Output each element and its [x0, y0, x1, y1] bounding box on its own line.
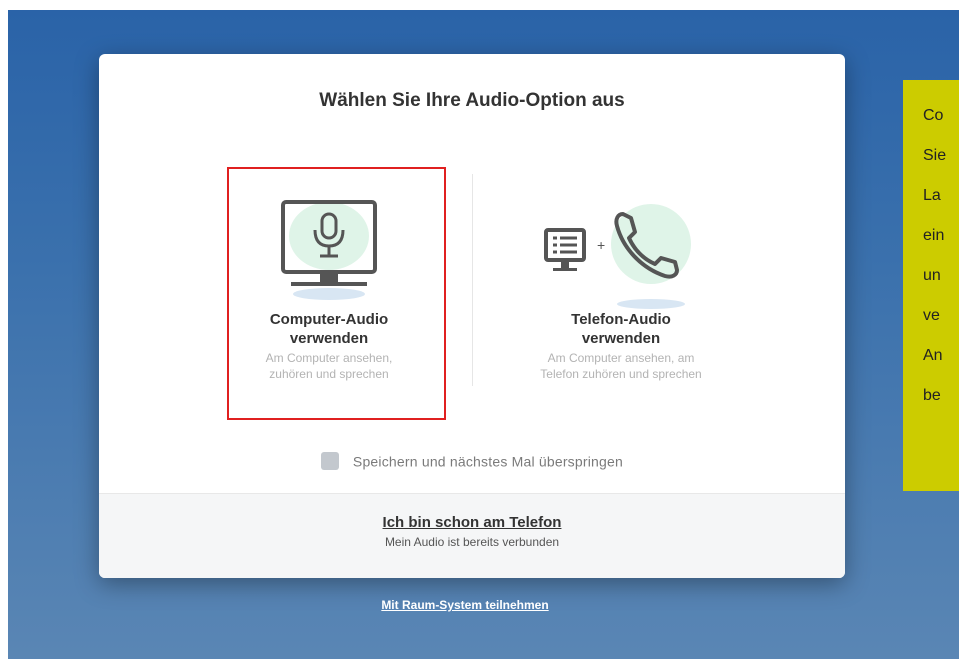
skip-next-time-row[interactable]: Speichern und nächstes Mal überspringen [99, 452, 845, 471]
computer-audio-desc-line1: Am Computer ansehen, [265, 351, 393, 365]
monitor-microphone-icon [219, 176, 439, 311]
skip-next-time-checkbox[interactable] [321, 452, 340, 471]
note-line: be [923, 387, 941, 404]
option-divider [472, 174, 473, 386]
join-room-system-link[interactable]: Mit Raum-System teilnehmen [290, 598, 640, 612]
audio-option-dialog: Wählen Sie Ihre Audio-Option aus Compute… [99, 54, 845, 578]
phone-audio-title-line1: Telefon-Audio [571, 311, 671, 328]
note-line: An [923, 347, 943, 364]
dialog-footer: Ich bin schon am Telefon Mein Audio ist … [99, 493, 845, 578]
skip-next-time-label: Speichern und nächstes Mal überspringen [352, 453, 623, 470]
note-line: Sie [923, 147, 947, 164]
computer-audio-title-line2: verwenden [289, 330, 369, 347]
computer-audio-title-line1: Computer-Audio [269, 311, 389, 328]
svg-text:+: + [597, 237, 605, 253]
computer-audio-desc-line2: zuhören und sprechen [269, 367, 389, 381]
note-line: ve [923, 307, 940, 324]
already-on-phone-subtext: Mein Audio ist bereits verbunden [384, 535, 560, 549]
note-line: Co [923, 107, 944, 124]
note-line: ein [923, 227, 945, 244]
phone-audio-desc-line2: Telefon zuhören und sprechen [540, 367, 702, 381]
dialog-title: Wählen Sie Ihre Audio-Option aus [319, 90, 625, 111]
phone-audio-option[interactable]: + Telefon-Audio verwenden Am Computer an… [491, 164, 751, 394]
computer-plus-phone-icon: + [491, 176, 751, 311]
annotation-note: Co Sie La ein un ve An be [903, 80, 959, 491]
computer-audio-option[interactable]: Computer-Audio verwenden Am Computer ans… [219, 164, 439, 394]
background: Wählen Sie Ihre Audio-Option aus Compute… [8, 10, 959, 659]
already-on-phone-link[interactable]: Ich bin schon am Telefon [99, 514, 845, 531]
note-line: La [923, 187, 941, 204]
phone-audio-desc-line1: Am Computer ansehen, am [547, 351, 695, 365]
note-line: un [923, 267, 941, 284]
phone-audio-title-line2: verwenden [581, 330, 661, 347]
